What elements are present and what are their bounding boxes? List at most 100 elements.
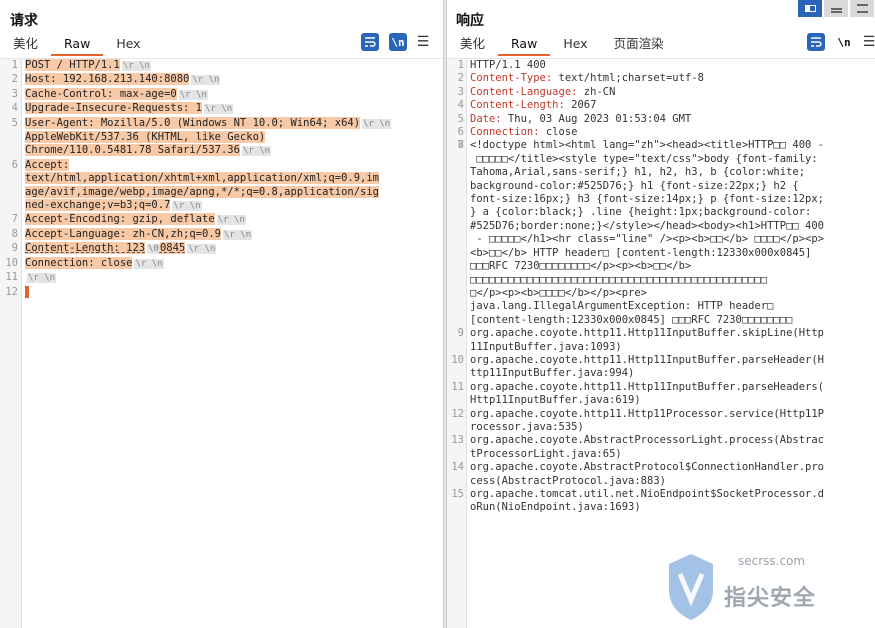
request-code[interactable]: 1 POST / HTTP/1.1 \r \n 2 Host: 192.168.213.…: [0, 59, 392, 299]
text-segment: Accept:: [25, 158, 70, 171]
tab-1[interactable]: Raw: [51, 34, 104, 56]
code-line: text/html,application/xhtml+xml,applicat…: [0, 172, 380, 185]
text-segment: 08: [159, 242, 173, 255]
code-line: age/avif,image/webp,image/apng,*/*;q=0.8…: [0, 185, 380, 199]
tab-1[interactable]: Raw: [498, 34, 551, 56]
response-editor[interactable]: 1 HTTP/1.1 400 2 Content-Type: text/html;ch…: [447, 58, 875, 628]
text-segment: text/html,application/xhtml+xml,applicat…: [25, 172, 380, 185]
tab-0[interactable]: 美化: [0, 34, 51, 56]
layout-side-by-side-icon[interactable]: [798, 0, 822, 17]
crlf-marker: \r \n: [172, 201, 202, 212]
line-text: Content-Language: zh-CN: [470, 86, 615, 98]
line-number: 11: [5, 271, 18, 284]
newline-toggle-icon[interactable]: \n: [389, 33, 407, 51]
code-line: 4 Upgrade-Insecure-Requests: 1 \r \n: [0, 102, 366, 116]
crlf-marker: \r \n: [121, 61, 151, 71]
line-text: font-size:16px;} h3 {font-size:14px;} p …: [470, 193, 824, 205]
wrap-lines-icon[interactable]: [361, 33, 379, 51]
line-number: 5: [457, 112, 464, 125]
plain-text: org.apache.coyote.AbstractProtocol$Conne…: [470, 461, 825, 474]
tab-2[interactable]: Hex: [550, 34, 600, 56]
line-text: Content-Length: 123 \00845 \r \n: [25, 242, 217, 255]
text-segment: AppleWebKit/537.36 (KHTML, like Gecko): [25, 131, 266, 144]
tab-2[interactable]: Hex: [103, 34, 153, 56]
code-line: 11 \r \n: [0, 271, 366, 285]
text-segment: 45: [172, 242, 186, 255]
line-number: 6: [457, 126, 464, 139]
line-text: \r \n: [25, 271, 57, 284]
line-text: ttp11InputBuffer.java:994): [470, 367, 634, 379]
code-line: 9 Content-Length: 123 \00845 \r \n: [0, 242, 366, 256]
line-number: 1: [457, 59, 464, 71]
html-line: □□□□□□□□□□□□□□□□□□□□□□□□□□□□□□□□□□□□□□□□…: [470, 273, 768, 286]
crlf-marker: \r \n: [187, 244, 217, 255]
request-toolbar: \n ☰: [361, 33, 429, 51]
header-key: Content-Language:: [470, 85, 578, 98]
code-line: java.lang.IllegalArgumentException: HTTP…: [447, 300, 801, 313]
code-line: org.apache.coyote.http11.Http11Processor…: [447, 408, 824, 421]
line-text: org.apache.coyote.http11.Http11Processor…: [470, 408, 824, 420]
plain-text: cess(AbstractProtocol.java:883): [470, 474, 666, 487]
crlf-marker: \r \n: [241, 146, 272, 157]
code-line: org.apache.coyote.http11.Http11InputBuff…: [447, 327, 824, 340]
wrap-lines-icon[interactable]: [807, 33, 825, 51]
line-text: age/avif,image/webp,image/apng,*/*;q=0.8…: [25, 185, 380, 198]
code-line: 2 Host: 192.168.213.140:8080 \r \n: [0, 73, 366, 87]
tab-3[interactable]: 页面渲染: [601, 34, 677, 56]
line-text: - □□□□□</h1><hr class="line" /><p><b>□□<…: [470, 233, 824, 245]
code-line: 6 Accept:: [0, 158, 366, 172]
line-number: 4: [11, 102, 18, 115]
line-text: Cache-Control: max-age=0 \r \n: [25, 87, 208, 100]
plain-text: org.apache.tomcat.util.net.NioEndpoint$S…: [470, 488, 825, 500]
code-line: AppleWebKit/537.36 (KHTML, like Gecko): [0, 131, 366, 144]
header-value: text/html;charset=utf-8: [552, 72, 704, 85]
crlf-marker: \r \n: [178, 89, 208, 100]
line-text: Chrome/110.0.5481.78 Safari/537.36 \r \n: [25, 144, 272, 157]
line-text: Accept-Encoding: gzip, deflate \r \n: [25, 213, 246, 226]
line-text: □□□□□</title><style type="text/css">body…: [470, 153, 817, 165]
html-line: <!doctype html><html lang="zh"><head><ti…: [470, 139, 825, 152]
line-number: 1: [11, 59, 18, 71]
code-line: <b>□□</b> HTTP header□ [content-length:1…: [447, 247, 811, 260]
plain-text: 11InputBuffer.java:1093): [470, 340, 622, 353]
code-line: 5 Date: Thu, 03 Aug 2023 01:53:04 GMT: [447, 113, 801, 126]
line-text: <!doctype html><html lang="zh"><head><ti…: [470, 139, 824, 151]
line-text: Content-Length: 2067: [470, 99, 596, 111]
line-number: 2: [11, 73, 18, 86]
plain-text: org.apache.coyote.http11.Http11Processor…: [470, 407, 825, 420]
code-line: 4 Content-Length: 2067: [447, 99, 801, 112]
request-editor[interactable]: 1 POST / HTTP/1.1 \r \n 2 Host: 192.168.213.…: [0, 58, 443, 628]
line-text: □□□□□□□□□□□□□□□□□□□□□□□□□□□□□□□□□□□□□□□□…: [470, 274, 767, 286]
html-line: [content-length:12330x000x0845] □□□RFC 7…: [470, 313, 793, 326]
line-text: Connection: close: [470, 126, 577, 138]
line-text: #525D76;border:none;}</style></head><bod…: [470, 220, 824, 232]
line-text: org.apache.coyote.http11.Http11InputBuff…: [470, 354, 824, 366]
crlf-marker: \r \n: [27, 273, 57, 284]
plain-text: Http11InputBuffer.java:619): [470, 394, 641, 407]
code-line: 2 Content-Type: text/html;charset=utf-8: [447, 72, 801, 85]
code-line: Tahoma,Arial,sans-serif;} h1, h2, h3, b …: [447, 166, 805, 179]
response-code[interactable]: 1 HTTP/1.1 400 2 Content-Type: text/html;ch…: [447, 59, 824, 515]
code-line: 1 POST / HTTP/1.1 \r \n: [0, 59, 366, 73]
menu-icon[interactable]: ☰: [417, 33, 430, 51]
line-text: HTTP/1.1 400: [470, 59, 546, 71]
text-segment: Cache-Control: max-age=0: [25, 87, 177, 100]
line-text: org.apache.coyote.AbstractProtocol$Conne…: [470, 461, 824, 473]
code-line: Http11InputBuffer.java:619): [447, 394, 801, 407]
line-number: 3: [457, 85, 464, 98]
plain-text: oRun(NioEndpoint.java:1693): [470, 501, 641, 514]
layout-single-icon[interactable]: [850, 0, 874, 17]
tab-0[interactable]: 美化: [447, 34, 498, 56]
header-key: Content-Type:: [470, 72, 553, 85]
menu-icon[interactable]: ☰: [863, 33, 875, 51]
header-key: Date:: [470, 112, 502, 125]
code-line: ttp11InputBuffer.java:994): [447, 367, 801, 380]
code-line: 1 HTTP/1.1 400: [447, 59, 801, 72]
line-number: 9: [11, 242, 18, 255]
code-line: □□□□□□□□□□□□□□□□□□□□□□□□□□□□□□□□□□□□□□□□…: [447, 274, 801, 287]
newline-toggle-icon[interactable]: \n: [835, 33, 853, 51]
code-line: org.apache.coyote.http11.Http11InputBuff…: [447, 354, 824, 367]
layout-horizontal-icon[interactable]: [824, 0, 848, 17]
html-line: Tahoma,Arial,sans-serif;} h1, h2, h3, b …: [470, 166, 806, 179]
code-line: 3 Content-Language: zh-CN: [447, 86, 801, 99]
